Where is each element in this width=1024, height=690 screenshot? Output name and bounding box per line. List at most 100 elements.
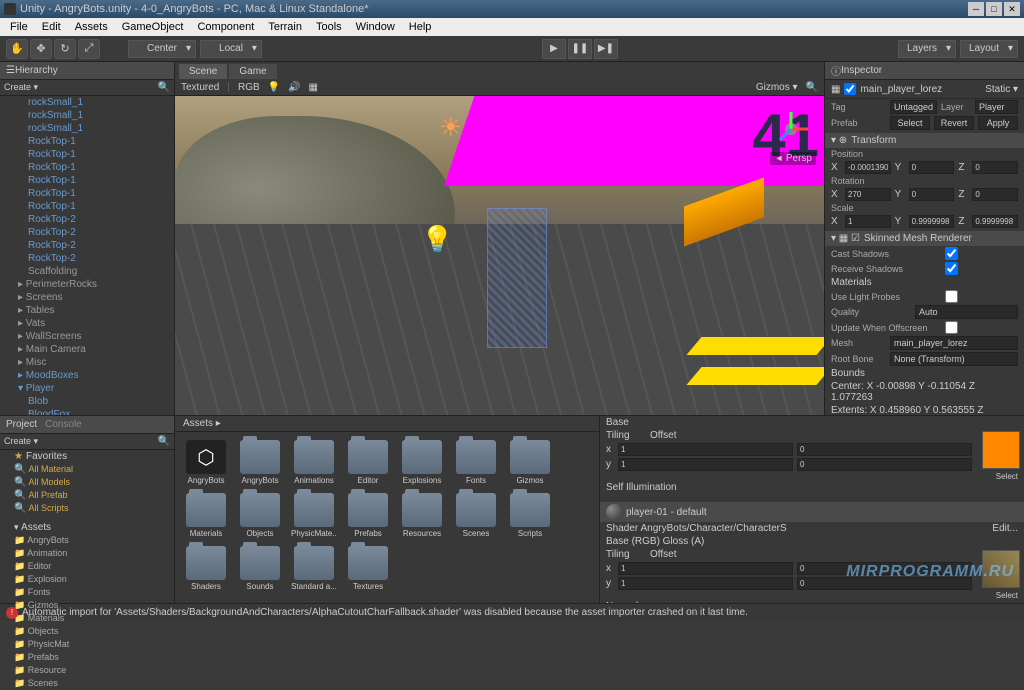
folder-item[interactable]: Textures: [345, 546, 391, 591]
pos-z-field[interactable]: [972, 161, 1018, 174]
mesh-field[interactable]: main_player_lorez: [890, 336, 1018, 350]
step-button[interactable]: ▶❚: [594, 39, 618, 59]
menu-help[interactable]: Help: [403, 19, 438, 35]
hierarchy-item[interactable]: ▸ Screens: [0, 291, 174, 304]
hierarchy-item[interactable]: RockTop-1: [0, 200, 174, 213]
light-gizmo-icon[interactable]: 💡: [422, 224, 454, 256]
select-texture-button[interactable]: Select: [600, 591, 1024, 600]
hierarchy-item[interactable]: rockSmall_1: [0, 109, 174, 122]
orientation-gizmo[interactable]: [766, 104, 816, 154]
rot-x-field[interactable]: [845, 188, 891, 201]
move-tool[interactable]: ✥: [30, 39, 52, 59]
favorite-item[interactable]: 🔍 All Scripts: [0, 502, 174, 515]
perspective-label[interactable]: ◄ Persp: [770, 152, 816, 165]
scene-viewport[interactable]: 41 ☀ 💡 ◄ Persp: [175, 96, 824, 415]
light-probes-checkbox[interactable]: [945, 290, 958, 303]
layer-dropdown[interactable]: Player: [975, 100, 1018, 114]
menu-file[interactable]: File: [4, 19, 34, 35]
prefab-select-button[interactable]: Select: [890, 116, 930, 130]
hierarchy-item[interactable]: RockTop-2: [0, 213, 174, 226]
rootbone-field[interactable]: None (Transform): [890, 352, 1018, 366]
gizmos-dropdown[interactable]: Gizmos ▾: [756, 82, 798, 93]
quality-dropdown[interactable]: Auto: [915, 305, 1018, 319]
layers-dropdown[interactable]: Layers: [898, 40, 956, 58]
folder-item[interactable]: Editor: [345, 440, 391, 485]
hierarchy-item[interactable]: RockTop-1: [0, 148, 174, 161]
tiling-x[interactable]: [618, 443, 793, 456]
render-mode-dropdown[interactable]: RGB: [238, 82, 260, 93]
console-tab[interactable]: Console: [45, 419, 82, 430]
select-texture-button[interactable]: Select: [600, 472, 1024, 481]
hierarchy-item[interactable]: rockSmall_1: [0, 96, 174, 109]
scene-tab[interactable]: Scene: [179, 64, 227, 79]
folder-item[interactable]: Sounds: [237, 546, 283, 591]
hierarchy-item[interactable]: ▸ Tables: [0, 304, 174, 317]
favorite-item[interactable]: 🔍 All Material: [0, 463, 174, 476]
assets-header[interactable]: ▾ Assets: [0, 521, 174, 534]
materials-label[interactable]: Materials: [831, 277, 872, 288]
hand-tool[interactable]: ✋: [6, 39, 28, 59]
pos-y-field[interactable]: [909, 161, 955, 174]
asset-tree-item[interactable]: 📁 Prefabs: [0, 651, 174, 664]
error-icon[interactable]: !: [6, 607, 18, 619]
prefab-revert-button[interactable]: Revert: [934, 116, 974, 130]
hierarchy-item[interactable]: ▸ MoodBoxes: [0, 369, 174, 382]
offset-x[interactable]: [797, 443, 972, 456]
folder-item[interactable]: Standard a...: [291, 546, 337, 591]
folder-item[interactable]: Scenes: [453, 493, 499, 538]
transform-header[interactable]: ▾ ⊕ Transform: [825, 133, 1024, 148]
folder-item[interactable]: Fonts: [453, 440, 499, 485]
pivot-local-toggle[interactable]: Local: [200, 40, 262, 58]
shader2-field[interactable]: Shader AngryBots/Character/CharacterS: [606, 523, 787, 534]
asset-tree-item[interactable]: 📁 Animation: [0, 547, 174, 560]
hierarchy-item[interactable]: ▸ WallScreens: [0, 330, 174, 343]
texture-preview[interactable]: [982, 431, 1020, 469]
project-tab[interactable]: Project: [6, 419, 37, 430]
layout-dropdown[interactable]: Layout: [960, 40, 1018, 58]
static-dropdown[interactable]: Static ▾: [985, 84, 1018, 95]
selected-mesh[interactable]: [487, 208, 547, 348]
game-tab[interactable]: Game: [229, 64, 276, 79]
menu-gameobject[interactable]: GameObject: [116, 19, 190, 35]
folder-item[interactable]: Objects: [237, 493, 283, 538]
minimize-button[interactable]: ─: [968, 2, 984, 16]
offset-y[interactable]: [797, 458, 972, 471]
hierarchy-item[interactable]: ▸ Misc: [0, 356, 174, 369]
favorite-item[interactable]: 🔍 All Prefab: [0, 489, 174, 502]
folder-item[interactable]: Animations: [291, 440, 337, 485]
light-gizmo-icon[interactable]: ☀: [435, 112, 467, 144]
asset-tree-item[interactable]: 📁 Explosion: [0, 573, 174, 586]
tiling-y[interactable]: [618, 458, 793, 471]
close-button[interactable]: ✕: [1004, 2, 1020, 16]
menu-component[interactable]: Component: [191, 19, 260, 35]
field[interactable]: [618, 577, 793, 590]
tag-dropdown[interactable]: Untagged: [890, 100, 937, 114]
edit-button[interactable]: Edit...: [992, 523, 1018, 534]
folder-item[interactable]: Prefabs: [345, 493, 391, 538]
folder-item[interactable]: PhysicMate...: [291, 493, 337, 538]
hierarchy-item[interactable]: BloodFox: [0, 408, 174, 415]
hierarchy-create-button[interactable]: Create ▾: [4, 82, 38, 93]
pause-button[interactable]: ❚❚: [568, 39, 592, 59]
hierarchy-item[interactable]: RockTop-2: [0, 252, 174, 265]
hierarchy-item[interactable]: Scaffolding: [0, 265, 174, 278]
menu-window[interactable]: Window: [350, 19, 401, 35]
asset-tree-item[interactable]: 📁 Objects: [0, 625, 174, 638]
folder-item[interactable]: ⬡AngryBots: [183, 440, 229, 485]
play-button[interactable]: ▶: [542, 39, 566, 59]
project-create-button[interactable]: Create ▾: [4, 436, 38, 447]
asset-tree-item[interactable]: 📁 Fonts: [0, 586, 174, 599]
light-toggle-icon[interactable]: 💡: [268, 82, 280, 93]
breadcrumb[interactable]: Assets ▸: [175, 416, 599, 432]
hierarchy-item[interactable]: RockTop-1: [0, 161, 174, 174]
inspector-tab[interactable]: ⓘ Inspector: [825, 62, 1024, 80]
search-icon[interactable]: 🔍: [158, 82, 170, 93]
scale-z-field[interactable]: [972, 215, 1018, 228]
hierarchy-item[interactable]: Blob: [0, 395, 174, 408]
scale-tool[interactable]: ⤢: [78, 39, 100, 59]
cast-shadows-checkbox[interactable]: [945, 247, 958, 260]
menu-assets[interactable]: Assets: [69, 19, 114, 35]
pivot-center-toggle[interactable]: Center: [128, 40, 196, 58]
asset-tree-item[interactable]: 📁 Resource: [0, 664, 174, 677]
smr-header[interactable]: ▾ ▦ ☑ Skinned Mesh Renderer: [825, 231, 1024, 246]
